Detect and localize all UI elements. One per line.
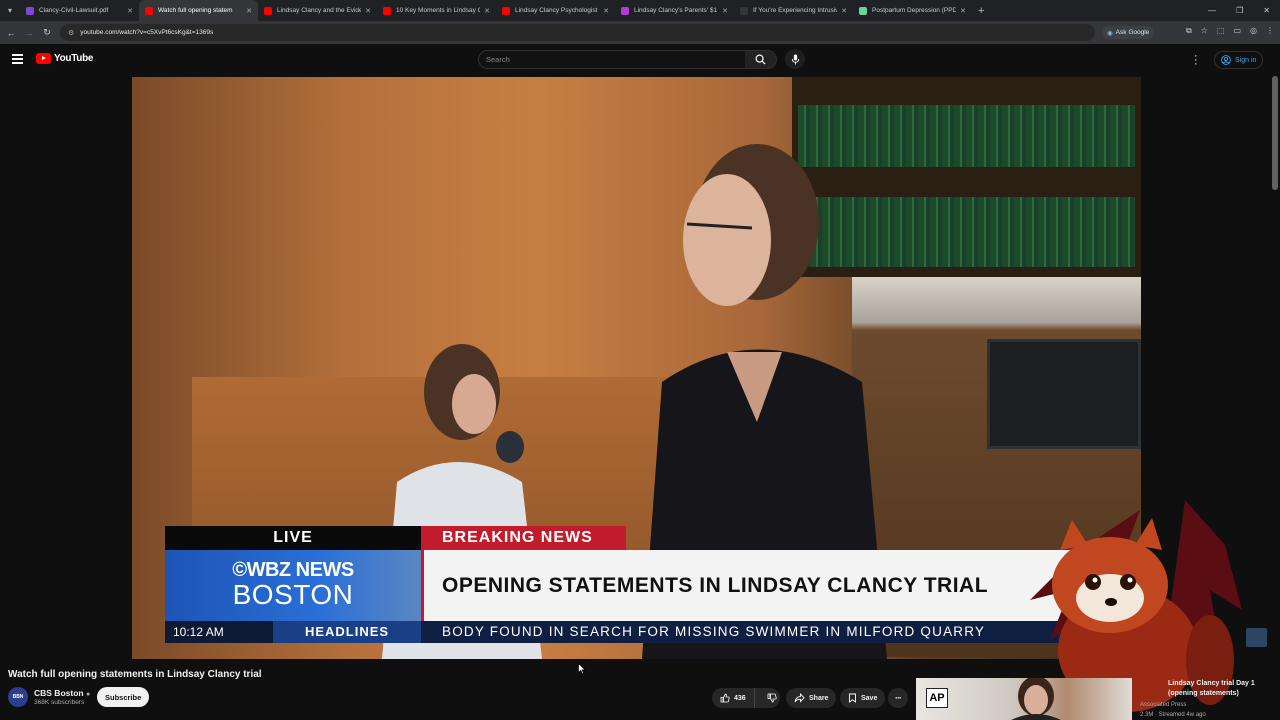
voice-search-button[interactable] bbox=[785, 49, 805, 69]
like-button[interactable]: 436 bbox=[712, 688, 755, 708]
tab-title: Watch full opening statem bbox=[158, 7, 233, 14]
broadcast-time: 10:12 AM bbox=[165, 621, 273, 643]
ask-google-button[interactable]: ◉ Ask Google bbox=[1102, 26, 1155, 39]
youtube-play-icon bbox=[36, 53, 51, 64]
restore-icon[interactable]: ❐ bbox=[1236, 6, 1243, 15]
share-icon bbox=[794, 693, 805, 703]
breaking-news-label: BREAKING NEWS bbox=[421, 526, 626, 550]
dislike-button[interactable] bbox=[759, 688, 785, 708]
profile-icon[interactable]: ◎ bbox=[1250, 26, 1257, 36]
browser-tab[interactable]: Lindsay Clancy's Parents' $1 Mi ✕ bbox=[615, 0, 734, 21]
tab-title: 10 Key Moments in Lindsay Cla bbox=[396, 7, 481, 14]
lens-icon: ◉ bbox=[1107, 29, 1113, 37]
recommended-video-thumbnail[interactable]: AP bbox=[916, 678, 1132, 720]
subscribe-button[interactable]: Subscribe bbox=[97, 687, 150, 707]
page-scrollbar[interactable] bbox=[1272, 76, 1278, 190]
segment-label: HEADLINES bbox=[273, 621, 421, 643]
back-icon[interactable]: ← bbox=[2, 28, 20, 38]
tab-title: Lindsay Clancy and the Evidenc bbox=[277, 7, 362, 14]
channel-watermark[interactable] bbox=[1246, 628, 1267, 647]
channel-name[interactable]: CBS Boston ● bbox=[34, 688, 90, 698]
tab-close-icon[interactable]: ✕ bbox=[722, 7, 728, 15]
browser-tab[interactable]: Postpartum Depression (PPD): ✕ bbox=[853, 0, 972, 21]
thumbnail-person bbox=[1011, 678, 1061, 720]
search-icon bbox=[755, 54, 766, 65]
window-controls: — ❐ ✕ bbox=[1208, 0, 1280, 21]
tab-favicon-icon bbox=[859, 6, 867, 15]
tab-close-icon[interactable]: ✕ bbox=[603, 7, 609, 15]
tab-close-icon[interactable]: ✕ bbox=[841, 7, 847, 15]
thumbs-up-icon bbox=[720, 693, 730, 703]
toolbar-icons: ⧉ ☆ ⬚ ▭ ◎ ⋮ bbox=[1186, 26, 1274, 36]
wbz-news-boston-logo: ©WBZ NEWS BOSTON bbox=[165, 550, 421, 621]
more-horizontal-icon: ··· bbox=[895, 693, 902, 703]
tab-title: Lindsay Clancy Psychologist Dr bbox=[515, 7, 600, 14]
browser-tab[interactable]: Lindsay Clancy Psychologist Dr ✕ bbox=[496, 0, 615, 21]
bookmark-star-icon[interactable]: ☆ bbox=[1201, 26, 1208, 36]
tab-favicon-icon bbox=[383, 6, 391, 15]
tab-title: Postpartum Depression (PPD): bbox=[872, 7, 957, 14]
browser-tab[interactable]: Watch full opening statem ✕ bbox=[139, 0, 258, 21]
verified-icon: ● bbox=[85, 691, 91, 698]
tab-close-icon[interactable]: ✕ bbox=[127, 7, 133, 15]
browser-tab[interactable]: 10 Key Moments in Lindsay Cla ✕ bbox=[377, 0, 496, 21]
browser-tab[interactable]: Clancy-Civil-Lawsuit.pdf ✕ bbox=[20, 0, 139, 21]
site-info-icon[interactable]: ⚙ bbox=[68, 29, 74, 37]
reload-icon[interactable]: ↻ bbox=[38, 27, 56, 38]
minimize-icon[interactable]: — bbox=[1208, 6, 1216, 15]
mouse-cursor-icon bbox=[578, 663, 586, 675]
tab-favicon-icon bbox=[264, 6, 272, 15]
tab-title: Clancy-Civil-Lawsuit.pdf bbox=[39, 7, 109, 14]
thumbs-down-icon bbox=[767, 693, 777, 703]
share-button[interactable]: Share bbox=[786, 688, 837, 708]
youtube-logo[interactable]: YouTube bbox=[36, 53, 94, 64]
settings-menu-icon[interactable]: · · · bbox=[1194, 51, 1198, 70]
tab-title: If You're Experiencing Intrusive bbox=[753, 7, 838, 14]
browser-tab[interactable]: Lindsay Clancy and the Evidenc ✕ bbox=[258, 0, 377, 21]
save-button[interactable]: Save bbox=[840, 688, 886, 708]
dell-monitor bbox=[987, 339, 1141, 449]
sign-in-button[interactable]: Sign in bbox=[1214, 51, 1264, 69]
ap-logo: AP bbox=[926, 688, 948, 708]
tab-favicon-icon bbox=[145, 6, 153, 15]
browser-toolbar: ← → ↻ ⚙ youtube.com/watch?v=c5XvPt6csKg&… bbox=[0, 21, 1280, 44]
recommended-video-meta: Associated Press 2.3M · Streamed 4w ago bbox=[1140, 702, 1206, 718]
browser-tab-strip: ▾ Clancy-Civil-Lawsuit.pdf ✕ Watch full op… bbox=[0, 0, 1280, 21]
account-icon bbox=[1221, 55, 1231, 65]
close-window-icon[interactable]: ✕ bbox=[1263, 6, 1270, 15]
browser-menu-icon[interactable]: ⋮ bbox=[1266, 26, 1274, 36]
tab-favicon-icon bbox=[621, 6, 629, 15]
subscriber-count: 368K subscribers bbox=[34, 699, 85, 706]
cast-icon[interactable]: ▭ bbox=[1233, 26, 1241, 36]
tab-search-icon[interactable]: ▾ bbox=[0, 0, 20, 21]
more-actions-button[interactable]: ··· bbox=[888, 688, 908, 708]
tab-close-icon[interactable]: ✕ bbox=[246, 7, 252, 15]
forward-icon[interactable]: → bbox=[20, 28, 38, 38]
tab-title: Lindsay Clancy's Parents' $1 Mi bbox=[634, 7, 719, 14]
extensions-icon[interactable]: ⬚ bbox=[1217, 26, 1225, 36]
bookmark-icon bbox=[849, 693, 856, 703]
hamburger-menu-icon[interactable] bbox=[12, 54, 23, 64]
search-button[interactable] bbox=[745, 50, 777, 69]
install-app-icon[interactable]: ⧉ bbox=[1186, 26, 1192, 36]
recommended-video-title[interactable]: Lindsay Clancy trial Day 1 (opening stat… bbox=[1168, 679, 1268, 699]
search-input[interactable]: Search bbox=[478, 50, 746, 69]
url-text: youtube.com/watch?v=c5XvPt6csKg&t=1369s bbox=[80, 29, 214, 36]
video-title: Watch full opening statements in Lindsay… bbox=[8, 669, 262, 680]
new-tab-button[interactable]: + bbox=[978, 5, 984, 17]
microphone-icon bbox=[791, 53, 799, 65]
tab-favicon-icon bbox=[740, 6, 748, 15]
browser-tab[interactable]: If You're Experiencing Intrusive ✕ bbox=[734, 0, 853, 21]
like-dislike-group: 436 bbox=[712, 688, 780, 708]
youtube-masthead: YouTube Search · · · Sign in bbox=[0, 44, 1280, 76]
tab-favicon-icon bbox=[26, 6, 34, 15]
channel-avatar[interactable]: BBN bbox=[8, 687, 28, 707]
tab-close-icon[interactable]: ✕ bbox=[484, 7, 490, 15]
video-player[interactable]: LIVE BREAKING NEWS ©WBZ NEWS BOSTON OPEN… bbox=[132, 77, 1141, 659]
live-label: LIVE bbox=[165, 526, 421, 550]
address-bar[interactable]: ⚙ youtube.com/watch?v=c5XvPt6csKg&t=1369… bbox=[60, 24, 1095, 41]
tab-close-icon[interactable]: ✕ bbox=[365, 7, 371, 15]
tab-favicon-icon bbox=[502, 6, 510, 15]
tab-close-icon[interactable]: ✕ bbox=[960, 7, 966, 15]
